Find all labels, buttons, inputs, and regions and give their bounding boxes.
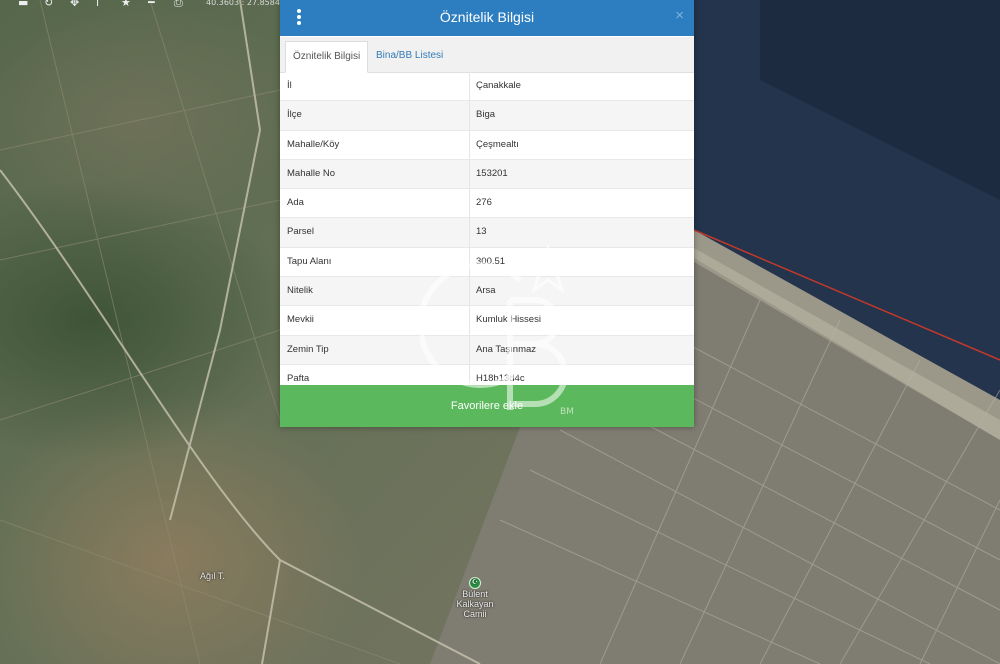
print-icon[interactable]: ⎙ [174,0,183,9]
row-value: Ana Taşınmaz [476,343,537,355]
row-key: Nitelik [287,285,313,297]
row-value: 300.51 [476,255,506,267]
tab-attribute-info[interactable]: Öznitelik Bilgisi [285,41,369,73]
mosque-icon: ☪ [469,577,481,589]
row-key: Mahalle No [287,167,336,179]
table-row: İlçe Biga [280,101,694,131]
add-to-favorites-button[interactable]: Favorilere ekle [280,385,694,427]
attribute-panel: Öznitelik Bilgisi × Öznitelik Bilgisi Bi… [280,0,694,427]
map-toolbar: ▬ ↻ ✥ i ★ ━ ⎙ 40.3603 : 27.8584 [0,0,280,10]
coordinate-readout: 40.3603 : 27.8584 [206,0,280,7]
row-value: Çanakkale [476,80,521,91]
pan-icon[interactable]: ✥ [70,0,79,9]
close-icon[interactable]: × [675,7,684,25]
table-row: Ada 276 [280,189,694,219]
row-key: Zemin Tip [287,343,329,355]
refresh-icon[interactable]: ↻ [44,0,53,9]
row-value: Kumluk Hissesi [476,314,541,326]
mosque-poi[interactable]: ☪ Bülent Kalkayan Camii [453,576,497,619]
row-value: 153201 [476,167,508,179]
poi-label: Bülent Kalkayan Camii [456,589,494,619]
row-key: İl [287,80,292,91]
panel-tabs: Öznitelik Bilgisi Bina/BB Listesi [280,37,694,73]
row-key: İlçe [287,109,302,121]
panel-header: Öznitelik Bilgisi × [280,0,694,36]
table-row: Nitelik Arsa [280,277,694,307]
row-value: 13 [476,226,487,238]
attribute-table: İl Çanakkale İlçe Biga Mahalle/Köy Çeşmealt… [280,72,694,395]
table-row: Tapu Alanı 300.51 [280,247,694,278]
row-key: Ada [287,197,304,209]
table-row: Parsel 13 [280,218,694,248]
row-value: 276 [476,197,492,209]
table-row: Mevkii Kumluk Hissesi [280,306,694,336]
place-label: Ağıl T. [200,571,225,581]
star-icon[interactable]: ★ [121,0,131,9]
table-row: İl Çanakkale [280,72,694,102]
row-value: Arsa [476,285,496,297]
table-row: Mahalle No 153201 [280,159,694,190]
minus-icon[interactable]: ━ [148,0,155,9]
row-key: Parsel [287,226,314,238]
table-row: Mahalle/Köy Çeşmealtı [280,130,694,160]
measure-icon[interactable]: ▬ [18,0,28,9]
panel-title: Öznitelik Bilgisi [439,9,535,25]
tab-building-list[interactable]: Bina/BB Listesi [369,41,450,71]
row-value: Çeşmealtı [476,138,519,150]
row-key: Mahalle/Köy [287,138,340,150]
info-icon[interactable]: i [96,0,99,9]
table-row: Zemin Tip Ana Taşınmaz [280,335,694,365]
row-key: Tapu Alanı [287,255,332,267]
row-value: Biga [476,109,496,121]
row-key: Mevkii [287,314,314,326]
